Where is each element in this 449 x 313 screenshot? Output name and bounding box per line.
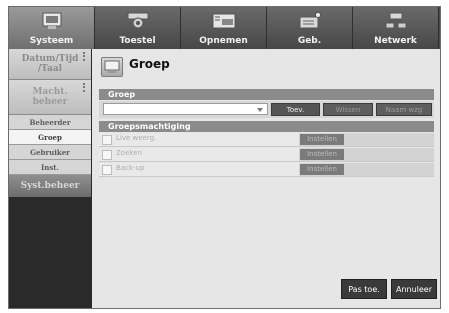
sidebar: Datum/Tijd /Taal Macht. beheer Beheerder… bbox=[9, 49, 91, 308]
scroll-indicator-icon bbox=[83, 52, 88, 61]
permissions-section-header: Groepsmachtiging bbox=[99, 121, 434, 132]
sidebar-subitem-groep[interactable]: Groep bbox=[9, 130, 91, 145]
sidebar-item-label: Datum/Tijd /Taal bbox=[21, 54, 79, 74]
group-icon bbox=[101, 57, 123, 77]
chevron-down-icon bbox=[257, 108, 263, 112]
tab-label: Geb. bbox=[297, 36, 322, 46]
live-view-checkbox[interactable] bbox=[102, 135, 112, 145]
tab-label: Netwerk bbox=[374, 36, 417, 46]
rename-group-button[interactable]: Naam wzg bbox=[376, 103, 432, 116]
permission-label: Zoeken bbox=[116, 149, 142, 157]
group-row: Toev. Wissen Naam wzg bbox=[99, 101, 434, 118]
tab-opnemen[interactable]: Opnemen bbox=[181, 7, 267, 49]
live-view-setup-button[interactable]: Instellen bbox=[300, 134, 344, 145]
tab-toestel[interactable]: Toestel bbox=[95, 7, 181, 49]
backup-checkbox[interactable] bbox=[102, 165, 112, 175]
tab-geb[interactable]: Geb. bbox=[267, 7, 353, 49]
tab-label: Toestel bbox=[119, 36, 156, 46]
scroll-indicator-icon bbox=[83, 83, 88, 92]
permission-label: Live weerg. bbox=[116, 134, 157, 142]
permission-label: Back-up bbox=[116, 164, 145, 172]
network-icon bbox=[385, 12, 406, 29]
add-group-button[interactable]: Toev. bbox=[271, 103, 320, 116]
camera-icon bbox=[127, 12, 148, 29]
page-title: Groep bbox=[129, 57, 170, 71]
cancel-button[interactable]: Annuleer bbox=[391, 279, 437, 299]
main-content: Groep Groep Toev. Wissen Naam wzg Groeps… bbox=[92, 49, 440, 308]
top-tab-bar: Systeem Toestel Opnemen Geb. Netwerk bbox=[9, 7, 440, 49]
sidebar-item-label: Syst.beheer bbox=[20, 181, 80, 191]
tab-label: Opnemen bbox=[199, 36, 248, 46]
sidebar-subitem-label: Groep bbox=[38, 132, 62, 142]
sidebar-item-mgmt[interactable]: Macht. beheer bbox=[9, 80, 91, 115]
sidebar-subitem-label: Gebruiker bbox=[30, 147, 70, 157]
sidebar-subitem-label: Beheerder bbox=[29, 117, 71, 127]
tab-netwerk[interactable]: Netwerk bbox=[353, 7, 439, 49]
sidebar-subitem-label: Inst. bbox=[41, 162, 59, 172]
search-checkbox[interactable] bbox=[102, 150, 112, 160]
tab-label: Systeem bbox=[29, 36, 74, 46]
sidebar-subitem-beheerder[interactable]: Beheerder bbox=[9, 115, 91, 130]
tab-systeem[interactable]: Systeem bbox=[9, 7, 95, 49]
recorder-icon bbox=[212, 13, 235, 29]
search-setup-button[interactable]: Instellen bbox=[300, 149, 344, 160]
permission-row-backup: Back-up Instellen bbox=[99, 163, 434, 177]
sidebar-item-datetime[interactable]: Datum/Tijd /Taal bbox=[9, 49, 91, 80]
sidebar-item-syst-beheer[interactable]: Syst.beheer bbox=[9, 175, 91, 197]
permission-row-live: Live weerg. Instellen bbox=[99, 133, 434, 147]
system-icon bbox=[42, 12, 61, 29]
event-icon bbox=[299, 12, 321, 29]
sidebar-subitem-gebruiker[interactable]: Gebruiker bbox=[9, 145, 91, 160]
group-section-header: Groep bbox=[99, 89, 434, 100]
backup-setup-button[interactable]: Instellen bbox=[300, 164, 344, 175]
sidebar-item-label: Macht. beheer bbox=[32, 87, 68, 107]
permission-row-search: Zoeken Instellen bbox=[99, 148, 434, 162]
apply-button[interactable]: Pas toe. bbox=[341, 279, 387, 299]
delete-group-button[interactable]: Wissen bbox=[323, 103, 373, 116]
sidebar-subitem-inst[interactable]: Inst. bbox=[9, 160, 91, 175]
group-select[interactable] bbox=[103, 103, 268, 115]
settings-window: Systeem Toestel Opnemen Geb. Netwerk Dat… bbox=[8, 6, 441, 309]
